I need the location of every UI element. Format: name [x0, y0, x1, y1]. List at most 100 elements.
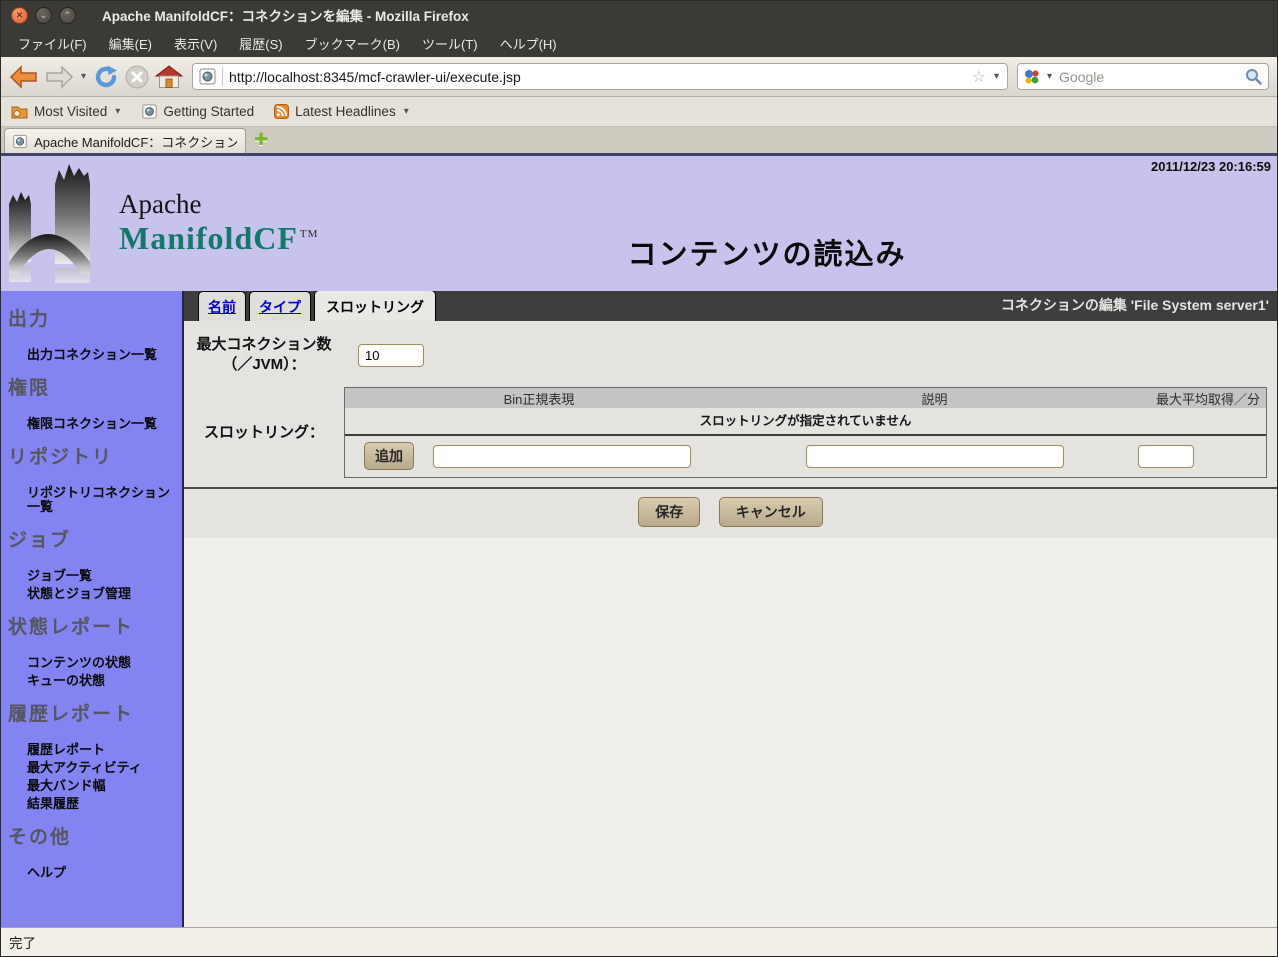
url-input[interactable] [229, 69, 966, 85]
window-title: Apache ManifoldCF：コネクションを編集 - Mozilla Fi… [88, 5, 469, 25]
sidebar-item-job-list[interactable]: ジョブ一覧 [1, 567, 182, 585]
sidebar-item-max-bandwidth[interactable]: 最大バンド幅 [1, 777, 182, 795]
sidebar-item-authority-connections[interactable]: 権限コネクション一覧 [1, 415, 182, 433]
throttling-label: スロットリング： [184, 423, 344, 443]
reload-icon [93, 64, 119, 90]
tab-name[interactable]: 名前 [198, 291, 246, 321]
status-text: 完了 [9, 932, 36, 952]
search-bar[interactable]: ▾ [1017, 63, 1269, 90]
throttle-table: Bin正規表現 説明 最大平均取得／分 スロットリングが指定されていません 追加 [344, 387, 1267, 478]
section-title: 状態レポート [1, 603, 182, 654]
sidebar-section-status-reports: 状態レポート コンテンツの状態 キューの状態 [1, 603, 182, 690]
edit-connection-context: コネクションの編集 'File System server1' [1001, 295, 1269, 321]
stop-icon [124, 64, 150, 90]
google-logo-icon [1024, 69, 1040, 85]
search-magnifier-icon[interactable] [1245, 68, 1262, 85]
search-input[interactable] [1059, 69, 1240, 85]
bookmarks-toolbar: Most Visited ▾ Getting Started Latest He… [1, 97, 1277, 127]
home-button[interactable] [155, 64, 183, 90]
description-input[interactable] [806, 445, 1064, 468]
no-throttles-message: スロットリングが指定されていません [345, 408, 1266, 436]
timestamp: 2011/12/23 20:16:59 [1151, 159, 1271, 174]
sidebar-item-history-report[interactable]: 履歴レポート [1, 741, 182, 759]
rss-icon [274, 104, 289, 119]
menu-view[interactable]: 表示(V) [165, 31, 226, 56]
max-connections-row: 最大コネクション数 （／JVM）： [184, 331, 1277, 387]
chevron-down-icon: ▾ [113, 106, 122, 117]
back-button[interactable] [9, 64, 39, 90]
sidebar-item-queue-status[interactable]: キューの状態 [1, 672, 182, 690]
sidebar-item-result-history[interactable]: 結果履歴 [1, 795, 182, 813]
bin-regexp-input[interactable] [433, 445, 691, 468]
bookmark-label: Latest Headlines [295, 104, 396, 119]
bookmark-latest-headlines[interactable]: Latest Headlines ▾ [274, 104, 411, 119]
bookmark-getting-started[interactable]: Getting Started [142, 104, 254, 119]
reload-button[interactable] [93, 64, 119, 90]
throttling-form: 最大コネクション数 （／JVM）： スロットリング： Bin正規表現 説明 最大… [184, 321, 1277, 489]
throttle-table-header: Bin正規表現 説明 最大平均取得／分 [345, 388, 1266, 408]
sidebar-item-max-activity[interactable]: 最大アクティビティ [1, 759, 182, 777]
sidebar-item-output-connections[interactable]: 出力コネクション一覧 [1, 346, 182, 364]
menu-help[interactable]: ヘルプ(H) [491, 31, 566, 56]
tab-favicon [13, 134, 27, 149]
menu-file[interactable]: ファイル(F) [9, 31, 96, 56]
status-bar: 完了 [1, 927, 1277, 956]
menu-history[interactable]: 履歴(S) [230, 31, 291, 56]
new-tab-button[interactable]: ✚ [254, 130, 268, 153]
menu-bookmarks[interactable]: ブックマーク(B) [296, 31, 409, 56]
back-forward-dropdown[interactable]: ▾ [79, 71, 88, 82]
url-divider [222, 67, 223, 86]
cancel-button[interactable]: キャンセル [719, 497, 823, 527]
save-button[interactable]: 保存 [638, 497, 700, 527]
sidebar-item-document-status[interactable]: コンテンツの状態 [1, 654, 182, 672]
menubar: ファイル(F) 編集(E) 表示(V) 履歴(S) ブックマーク(B) ツール(… [1, 29, 1277, 57]
menu-tools[interactable]: ツール(T) [413, 31, 487, 56]
sidebar-item-help[interactable]: ヘルプ [1, 864, 182, 882]
home-icon [155, 64, 183, 90]
url-bar[interactable]: ☆ ▾ [192, 63, 1008, 90]
max-avg-fetches-input[interactable] [1138, 445, 1194, 468]
search-engine-dropdown[interactable]: ▾ [1045, 71, 1054, 82]
column-header-bin-regexp: Bin正規表現 [345, 389, 733, 408]
page-header: 2011/12/23 20:16:59 [1, 156, 1277, 291]
tab-throttling[interactable]: スロットリング [314, 290, 436, 321]
max-connections-label-line2: （／JVM）： [184, 355, 344, 375]
url-dropdown[interactable]: ▾ [992, 71, 1001, 82]
sidebar-item-repository-connections[interactable]: リポジトリコネクション一覧 [1, 484, 182, 516]
forward-button[interactable] [44, 64, 74, 90]
sidebar-section-repository: リポジトリ リポジトリコネクション一覧 [1, 433, 182, 516]
content-empty-area [184, 538, 1277, 927]
bookmark-label: Most Visited [34, 104, 107, 119]
back-arrow-icon [9, 64, 39, 90]
maximize-window-button[interactable]: ⌃ [59, 7, 76, 24]
tab-type[interactable]: タイプ [249, 291, 311, 321]
browser-tab[interactable]: Apache ManifoldCF：コネクション... [4, 128, 246, 153]
max-connections-label-line1: 最大コネクション数 [184, 335, 344, 355]
window-controls: ✕ ⌄ ⌃ [1, 7, 88, 24]
titlebar: ✕ ⌄ ⌃ Apache ManifoldCF：コネクションを編集 - Mozi… [1, 1, 1277, 29]
section-title: 権限 [1, 364, 182, 415]
sidebar-section-output: 出力 出力コネクション一覧 [1, 295, 182, 364]
sidebar-section-history-reports: 履歴レポート 履歴レポート 最大アクティビティ 最大バンド幅 結果履歴 [1, 690, 182, 813]
bookmark-most-visited[interactable]: Most Visited ▾ [11, 104, 122, 119]
tab-name-link[interactable]: 名前 [208, 299, 236, 315]
page-icon [142, 104, 157, 119]
sidebar-item-status-job-management[interactable]: 状態とジョブ管理 [1, 585, 182, 603]
tab-type-link[interactable]: タイプ [259, 299, 301, 315]
site-favicon [199, 68, 216, 85]
section-title: 履歴レポート [1, 690, 182, 741]
stop-button[interactable] [124, 64, 150, 90]
menu-edit[interactable]: 編集(E) [100, 31, 161, 56]
editor-tab-bar: 名前 タイプ スロットリング コネクションの編集 'File System se… [184, 291, 1277, 321]
bookmark-label: Getting Started [163, 104, 254, 119]
add-throttle-button[interactable]: 追加 [364, 442, 414, 470]
bookmark-star-icon[interactable]: ☆ [972, 67, 986, 87]
max-connections-input[interactable] [358, 344, 424, 367]
close-window-button[interactable]: ✕ [11, 7, 28, 24]
throttling-row: スロットリング： Bin正規表現 説明 最大平均取得／分 スロットリングが指定さ… [184, 387, 1277, 487]
sidebar-section-misc: その他 ヘルプ [1, 813, 182, 882]
minimize-window-button[interactable]: ⌄ [35, 7, 52, 24]
section-title: ジョブ [1, 516, 182, 567]
firefox-window: ✕ ⌄ ⌃ Apache ManifoldCF：コネクションを編集 - Mozi… [0, 0, 1278, 957]
sidebar: 出力 出力コネクション一覧 権限 権限コネクション一覧 リポジトリ リポジトリコ… [1, 291, 184, 927]
